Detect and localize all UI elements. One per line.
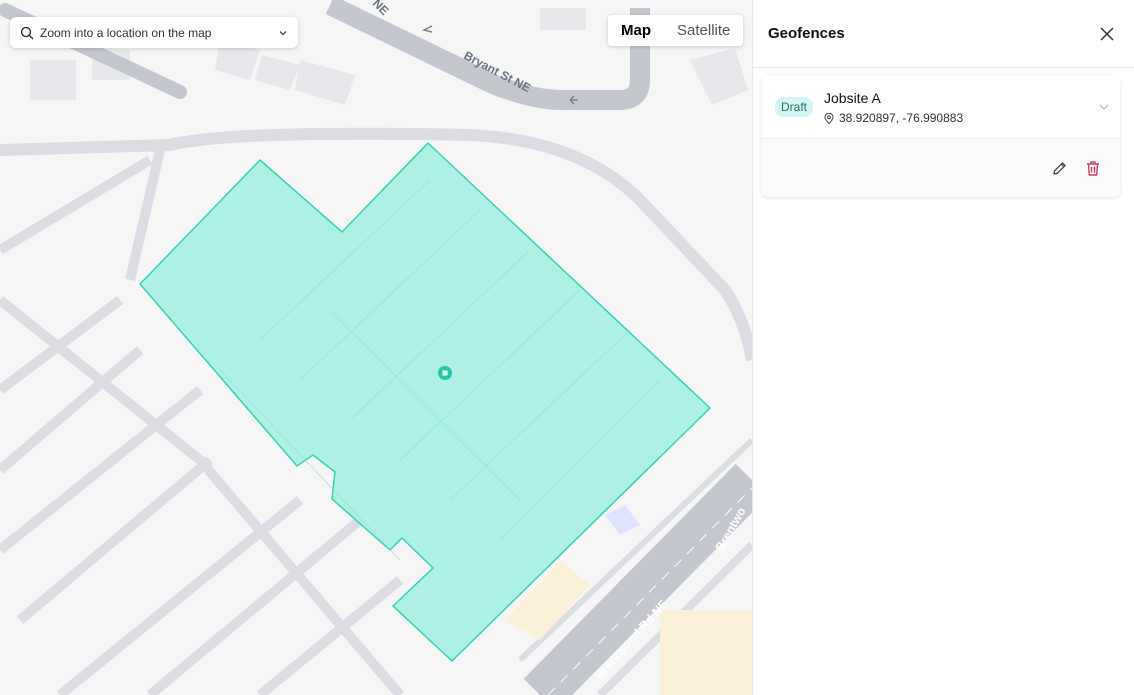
map-base-layer: Bryant St NE NE Brentwood Rd NE Brentwo: [0, 0, 752, 695]
close-button[interactable]: [1095, 22, 1119, 46]
app: Bryant St NE NE Brentwood Rd NE Brentwo …: [0, 0, 1134, 695]
map-type-map-button[interactable]: Map: [608, 15, 664, 46]
panel-title: Geofences: [768, 25, 845, 42]
geofence-name: Jobsite A: [824, 90, 881, 106]
edit-geofence-button[interactable]: [1050, 159, 1068, 177]
pencil-icon: [1052, 161, 1066, 175]
geofences-panel: Geofences Draft Jobsite A 38.920897, -76…: [752, 0, 1134, 695]
chevron-down-icon: [279, 30, 287, 35]
location-pin-icon: [824, 112, 834, 124]
geofence-card: Draft Jobsite A 38.920897, -76.990883: [762, 75, 1120, 197]
card-actions: [1050, 159, 1102, 177]
geofence-coordinates: 38.920897, -76.990883: [824, 111, 963, 125]
delete-geofence-button[interactable]: [1084, 159, 1102, 177]
coordinates-text: 38.920897, -76.990883: [839, 111, 964, 125]
map-type-satellite-button[interactable]: Satellite: [664, 15, 744, 46]
geofence-card-header[interactable]: Draft Jobsite A 38.920897, -76.990883: [762, 75, 1120, 139]
status-badge: Draft: [775, 97, 814, 117]
trash-icon: [1087, 160, 1099, 176]
map-canvas[interactable]: Bryant St NE NE Brentwood Rd NE Brentwo …: [0, 0, 752, 695]
close-icon: [1100, 26, 1114, 41]
location-search-dropdown[interactable]: Zoom into a location on the map: [10, 17, 298, 48]
search-placeholder: Zoom into a location on the map: [40, 25, 212, 40]
search-icon: [20, 26, 34, 39]
map-type-toggle: Map Satellite: [608, 15, 744, 46]
panel-header: Geofences: [753, 0, 1134, 68]
chevron-down-icon[interactable]: [1098, 101, 1110, 113]
